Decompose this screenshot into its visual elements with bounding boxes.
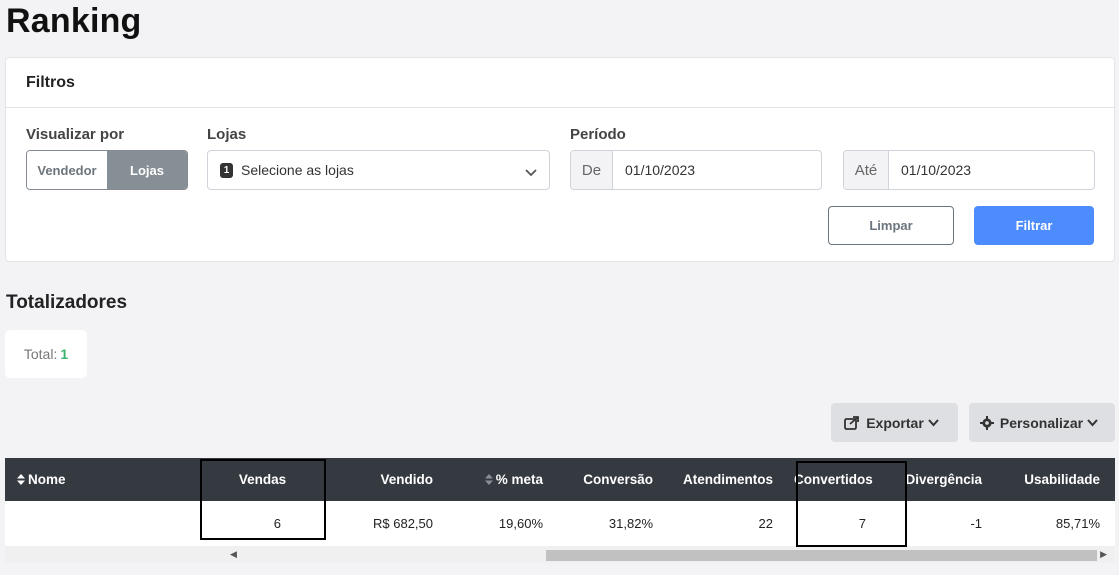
column-header-divergencia[interactable]: Divergência xyxy=(893,458,992,501)
stores-placeholder: Selecione as lojas xyxy=(241,162,354,178)
cell-meta: 19,60% xyxy=(498,516,543,531)
chevron-down-icon xyxy=(1087,418,1098,426)
sort-icon xyxy=(17,474,25,485)
column-header-convertidos[interactable]: Convertidos xyxy=(783,458,893,501)
total-label: Total: xyxy=(23,346,58,362)
stores-label: Lojas xyxy=(207,126,247,143)
page-title: Ranking xyxy=(6,2,142,40)
ranking-table: Nome Vendas Vendido % meta Conversão Ate… xyxy=(5,458,1115,563)
total-card: Total: 1 xyxy=(5,330,87,378)
cell-vendido: R$ 682,50 xyxy=(373,516,433,531)
gear-icon xyxy=(979,415,994,430)
date-to-addon: Até xyxy=(844,151,889,189)
chevron-down-icon xyxy=(928,418,939,426)
column-header-conversao[interactable]: Conversão xyxy=(553,458,663,501)
filters-card: Filtros Visualizar por Vendedor Lojas Lo… xyxy=(5,57,1115,262)
view-by-lojas-button[interactable]: Lojas xyxy=(107,151,187,189)
totals-title: Totalizadores xyxy=(6,292,128,313)
cell-nome xyxy=(5,501,201,546)
cell-convertidos: 7 xyxy=(858,516,866,531)
stores-select[interactable]: 1 Selecione as lojas xyxy=(207,150,550,190)
cell-usabilidade: 85,71% xyxy=(1055,516,1100,531)
table-header-row: Nome Vendas Vendido % meta Conversão Ate… xyxy=(5,458,1115,501)
date-from-input[interactable]: 01/10/2023 xyxy=(613,151,695,189)
cell-conversao: 31,82% xyxy=(608,516,653,531)
cell-vendas: 6 xyxy=(273,516,281,531)
filter-button[interactable]: Filtrar xyxy=(974,206,1094,245)
export-button[interactable]: Exportar xyxy=(831,403,958,442)
date-to-input[interactable]: 01/10/2023 xyxy=(889,151,971,189)
view-by-label: Visualizar por xyxy=(26,126,125,143)
chevron-down-icon xyxy=(525,164,537,180)
horizontal-scrollbar[interactable]: ◀ ▶ xyxy=(5,546,1115,563)
cell-atendimentos: 22 xyxy=(758,516,773,531)
total-value: 1 xyxy=(60,346,69,362)
cell-divergencia: -1 xyxy=(970,516,982,531)
column-header-meta-label: % meta xyxy=(495,472,543,487)
view-by-toggle: Vendedor Lojas xyxy=(26,150,188,190)
sort-icon xyxy=(484,474,493,485)
column-header-nome-label: Nome xyxy=(28,472,66,487)
column-header-nome[interactable]: Nome xyxy=(5,458,201,501)
date-from-addon: De xyxy=(571,151,613,189)
date-from-field[interactable]: De 01/10/2023 xyxy=(570,150,822,190)
export-icon xyxy=(844,415,860,430)
date-to-field[interactable]: Até 01/10/2023 xyxy=(843,150,1095,190)
period-label: Período xyxy=(570,126,626,143)
column-header-vendas[interactable]: Vendas xyxy=(201,458,324,501)
stores-count-badge: 1 xyxy=(220,162,233,178)
filters-title: Filtros xyxy=(6,58,1114,108)
customize-button[interactable]: Personalizar xyxy=(969,403,1115,442)
column-header-usabilidade[interactable]: Usabilidade xyxy=(992,458,1105,501)
clear-button[interactable]: Limpar xyxy=(828,206,954,245)
scrollbar-thumb[interactable] xyxy=(546,550,1097,561)
column-header-vendido[interactable]: Vendido xyxy=(324,458,443,501)
export-label: Exportar xyxy=(866,414,924,431)
view-by-vendedor-button[interactable]: Vendedor xyxy=(27,151,107,189)
column-header-meta[interactable]: % meta xyxy=(443,458,553,501)
customize-label: Personalizar xyxy=(999,414,1084,431)
scroll-left-icon[interactable]: ◀ xyxy=(230,549,237,560)
column-header-atendimentos[interactable]: Atendimentos xyxy=(663,458,783,501)
table-row: 6 R$ 682,50 19,60% 31,82% 22 7 -1 85,71% xyxy=(5,501,1115,546)
scroll-right-icon[interactable]: ▶ xyxy=(1100,549,1107,560)
